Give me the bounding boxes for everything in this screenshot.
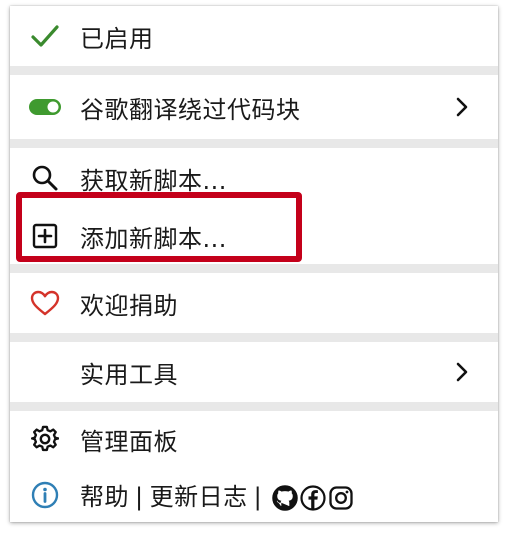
tampermonkey-menu: 已启用 谷歌翻译绕过代码块 获取新脚本... 添加新脚本... 欢迎捐助 实用工… xyxy=(10,6,498,522)
enabled-toggle-item[interactable]: 已启用 xyxy=(10,6,498,66)
social-links xyxy=(272,485,356,511)
chevron-right-icon xyxy=(454,361,470,383)
blank-icon xyxy=(28,355,62,389)
help-link[interactable]: 帮助 xyxy=(80,483,129,511)
utilities-item[interactable]: 实用工具 xyxy=(10,342,498,402)
divider: | xyxy=(135,483,144,511)
dashboard-label: 管理面板 xyxy=(80,427,178,456)
chevron-right-icon xyxy=(454,96,470,118)
info-icon xyxy=(28,478,62,512)
separator xyxy=(10,264,498,273)
utilities-label: 实用工具 xyxy=(80,360,178,389)
get-new-scripts-label: 获取新脚本... xyxy=(80,166,227,195)
separator xyxy=(10,139,498,148)
donate-label: 欢迎捐助 xyxy=(80,291,178,320)
script-item-google-translate[interactable]: 谷歌翻译绕过代码块 xyxy=(10,75,498,139)
separator xyxy=(10,66,498,75)
facebook-icon[interactable] xyxy=(300,485,326,511)
help-item: 帮助 | 更新日志 | xyxy=(10,467,498,522)
help-links: 帮助 | 更新日志 | xyxy=(80,477,356,512)
search-icon xyxy=(28,161,62,195)
divider: | xyxy=(253,483,263,511)
separator xyxy=(10,333,498,342)
checkmark-icon xyxy=(28,19,62,53)
dashboard-item[interactable]: 管理面板 xyxy=(10,411,498,467)
instagram-icon[interactable] xyxy=(328,485,354,511)
highlight-box xyxy=(16,192,302,262)
heart-icon xyxy=(28,286,62,320)
toggle-icon[interactable] xyxy=(28,90,62,124)
script-name-label: 谷歌翻译绕过代码块 xyxy=(80,95,301,124)
donate-item[interactable]: 欢迎捐助 xyxy=(10,273,498,333)
enabled-label: 已启用 xyxy=(80,24,154,53)
changelog-link[interactable]: 更新日志 xyxy=(150,483,248,511)
separator xyxy=(10,402,498,411)
github-icon[interactable] xyxy=(272,485,298,511)
gear-icon xyxy=(28,422,62,456)
